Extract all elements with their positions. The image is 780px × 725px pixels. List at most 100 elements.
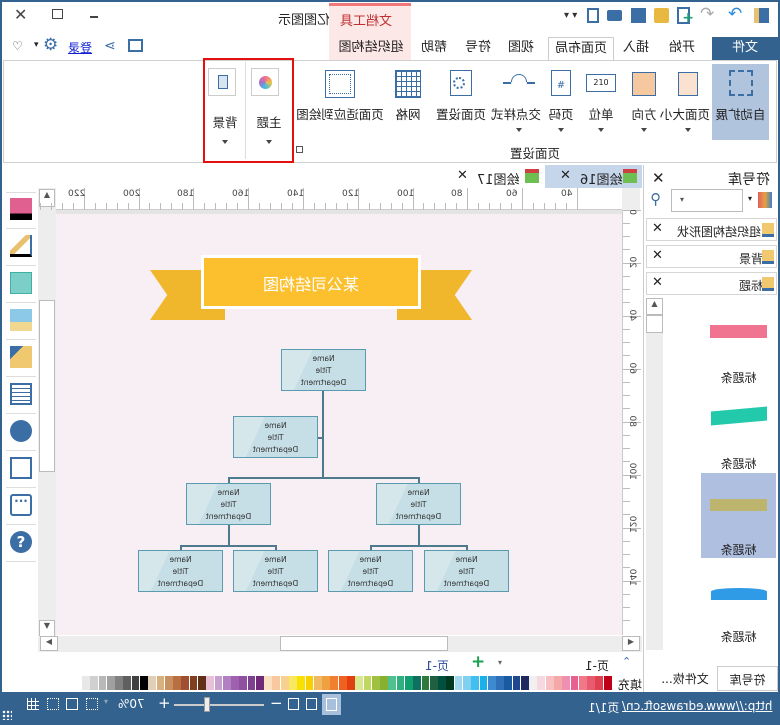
color-swatch[interactable] [297, 676, 306, 690]
close-tab-icon[interactable]: ✕ [457, 168, 468, 183]
color-swatch[interactable] [164, 676, 173, 690]
color-swatch[interactable] [388, 676, 397, 690]
attachment-icon[interactable] [10, 457, 32, 479]
single-page-view-button[interactable] [322, 694, 341, 715]
org-box-staff[interactable]: Name Title Department [328, 550, 413, 592]
export-icon[interactable] [128, 39, 143, 52]
color-swatch[interactable] [280, 676, 289, 690]
open-icon[interactable] [654, 8, 669, 23]
tab-home[interactable]: 开始 [658, 37, 706, 60]
color-swatch[interactable] [479, 676, 488, 690]
color-swatch[interactable] [603, 676, 612, 690]
color-swatch[interactable] [537, 676, 546, 690]
color-swatch[interactable] [197, 676, 206, 690]
scroll-thumb[interactable] [39, 300, 55, 472]
color-swatch[interactable] [446, 676, 455, 690]
color-swatch[interactable] [231, 676, 239, 690]
hyperlink-icon[interactable] [10, 420, 32, 442]
page-tab[interactable]: 页-1 [425, 657, 449, 674]
layers-icon[interactable] [10, 346, 32, 368]
page-number-button[interactable]: # 页码 [542, 64, 580, 154]
library-item[interactable]: 标题条 [664, 320, 778, 390]
login-link[interactable]: 登录 [68, 39, 92, 56]
org-box-manager[interactable]: Name Title Department [186, 483, 271, 525]
color-swatch[interactable] [222, 676, 231, 690]
org-box-staff[interactable]: Name Title Department [233, 550, 318, 592]
color-swatch[interactable] [239, 676, 248, 690]
color-swatch[interactable] [106, 676, 115, 690]
close-button[interactable]: ✕ [14, 5, 27, 24]
color-swatch[interactable] [347, 676, 355, 690]
jump-style-button[interactable]: 交点样式 [491, 64, 541, 154]
dropdown-icon[interactable]: ▾ [34, 40, 39, 50]
zoom-slider-thumb[interactable] [204, 697, 210, 712]
doc-tab-2[interactable]: ✕ 绘图17 [437, 165, 543, 188]
tab-file[interactable]: 文件 [712, 37, 778, 60]
favorite-icon[interactable]: ♡ [12, 39, 23, 53]
color-swatch[interactable] [595, 676, 604, 690]
new-icon[interactable]: + [677, 7, 694, 26]
color-swatch[interactable] [529, 676, 537, 690]
scroll-up-button[interactable]: ▲ [39, 189, 55, 207]
minimize-button[interactable] [90, 16, 98, 18]
theme-button[interactable]: 主题 [248, 62, 290, 152]
search-icon[interactable]: ⚲ [650, 190, 661, 208]
help-icon[interactable]: ? [10, 531, 32, 553]
color-swatch[interactable] [123, 676, 132, 690]
auto-expand-button[interactable]: 自动扩展 [712, 64, 769, 140]
color-swatch[interactable] [380, 676, 388, 690]
close-icon[interactable]: ✕ [652, 248, 663, 263]
color-swatch[interactable] [82, 676, 90, 690]
color-swatch[interactable] [247, 676, 256, 690]
color-swatch[interactable] [214, 676, 223, 690]
color-swatch[interactable] [545, 676, 554, 690]
tab-help[interactable]: 帮助 [413, 37, 455, 60]
background-button[interactable]: 背景 [206, 62, 244, 152]
color-swatch[interactable] [322, 676, 330, 690]
category-org-shapes[interactable]: ✕ 组织结构图形状 [646, 218, 777, 241]
color-swatch[interactable] [338, 676, 347, 690]
color-swatch[interactable] [272, 676, 281, 690]
maximize-button[interactable] [52, 9, 63, 19]
fit-width-icon[interactable] [86, 698, 98, 710]
org-box-staff[interactable]: Name Title Department [138, 550, 223, 592]
color-swatch[interactable] [462, 676, 471, 690]
color-swatch[interactable] [363, 676, 372, 690]
scroll-thumb[interactable] [646, 315, 663, 333]
library-search-input[interactable]: ▾ [671, 189, 743, 212]
close-tab-icon[interactable]: ✕ [560, 168, 571, 183]
color-swatch[interactable] [131, 676, 140, 690]
scroll-up-button[interactable]: ▲ [646, 298, 663, 315]
scroll-down-button[interactable]: ▼ [39, 620, 55, 637]
color-swatch[interactable] [156, 676, 165, 690]
print-icon[interactable] [607, 10, 622, 21]
color-swatch[interactable] [421, 676, 430, 690]
library-item[interactable]: 标题条 [664, 405, 778, 475]
zoom-out-button[interactable]: − [270, 694, 283, 712]
settings-icon[interactable]: ⚙ [43, 35, 58, 55]
fit-to-drawing-button[interactable]: 页面适应到绘图 [296, 64, 384, 154]
org-box-assistant[interactable]: Name Title Department [233, 416, 318, 458]
color-swatch[interactable] [438, 676, 446, 690]
tab-page-layout[interactable]: 页面布局 [548, 37, 614, 62]
scroll-left-button[interactable]: ◀ [40, 636, 58, 651]
vertical-scrollbar[interactable]: ▲ ▼ [38, 188, 56, 638]
units-button[interactable]: 210 单位 [582, 64, 620, 154]
color-swatch[interactable] [520, 676, 529, 690]
save-icon[interactable] [631, 8, 646, 23]
tab-view[interactable]: 视图 [500, 37, 542, 60]
scroll-right-button[interactable]: ▶ [622, 636, 640, 651]
color-swatch[interactable] [471, 676, 479, 690]
color-swatch[interactable] [139, 676, 148, 690]
color-swatch[interactable] [554, 676, 562, 690]
doc-tab-1[interactable]: ✕ 绘图16 [545, 165, 642, 188]
zoom-level[interactable]: 70% [118, 697, 145, 711]
page-setup-button[interactable]: 页面设置 [430, 64, 492, 154]
org-box-staff[interactable]: Name Title Department [424, 550, 509, 592]
tab-org-chart[interactable]: 组织结构图 [333, 37, 409, 60]
presentation-icon[interactable] [288, 698, 299, 710]
document-icon[interactable] [587, 8, 599, 23]
color-swatch[interactable] [330, 676, 339, 690]
comment-icon[interactable]: ··· [10, 494, 32, 516]
color-swatch[interactable] [264, 676, 272, 690]
